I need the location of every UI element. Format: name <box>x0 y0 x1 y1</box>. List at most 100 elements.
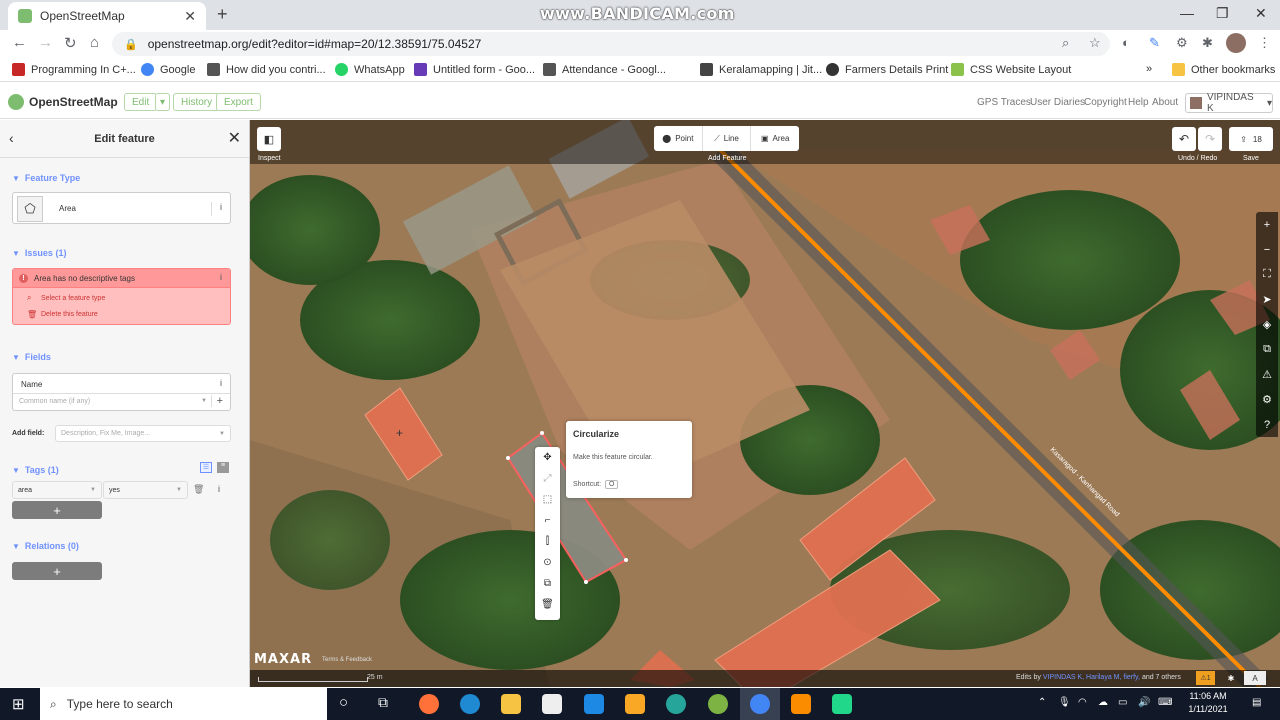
clock[interactable]: 11:06 AM 1/11/2021 <box>1180 690 1236 716</box>
add-area-button[interactable]: ▣ Area <box>751 126 799 151</box>
more-bookmarks-icon[interactable]: » <box>1146 63 1152 75</box>
restore-icon[interactable]: ❐ <box>1216 5 1229 22</box>
nav-gps-traces[interactable]: GPS Traces <box>977 97 1031 108</box>
tags-section[interactable]: ▼ Tags (1) <box>12 465 59 475</box>
bookmark-star-icon[interactable]: ☆ <box>1089 35 1101 51</box>
help-icon[interactable]: ? <box>1256 412 1278 437</box>
user-menu[interactable]: VIPINDAS K ▾ <box>1185 92 1273 114</box>
terms-feedback-link[interactable]: Terms & Feedback <box>322 657 372 663</box>
scale-bar[interactable] <box>258 677 368 682</box>
extension-pen-icon[interactable]: ✎ <box>1149 35 1160 51</box>
info-icon[interactable]: i <box>220 378 222 388</box>
add-field-input[interactable]: Description, Fix Me, Image... ▼ <box>55 425 231 442</box>
add-point-button[interactable]: ⬤ Point <box>654 126 703 151</box>
cortana-icon[interactable]: ○ <box>339 694 348 711</box>
geolocate-icon[interactable]: ➤ <box>1256 287 1278 312</box>
list-view-icon[interactable]: ☰ <box>200 462 212 473</box>
qgis-icon[interactable] <box>708 694 728 714</box>
bookmark-item[interactable]: How did you contri... <box>207 63 326 76</box>
name-input[interactable]: Common name (if any) <box>19 398 90 405</box>
onedrive-icon[interactable]: ☁ <box>1098 697 1108 708</box>
bookmark-item[interactable]: Untitled form - Goo... <box>414 63 535 76</box>
fields-section[interactable]: ▼ Fields <box>12 352 51 362</box>
xampp-icon[interactable] <box>791 694 811 714</box>
text-view-icon[interactable]: ≡ <box>217 462 229 473</box>
store-icon[interactable] <box>542 694 562 714</box>
nav-user-diaries[interactable]: User Diaries <box>1030 97 1085 108</box>
issues-icon[interactable]: ⚠ <box>1256 362 1278 387</box>
pycharm-icon[interactable] <box>832 694 852 714</box>
app-icon[interactable] <box>666 694 686 714</box>
trash-icon[interactable]: 🗑 <box>193 484 204 495</box>
mail-icon[interactable] <box>584 694 604 714</box>
extension-gear-icon[interactable]: ⚙ <box>1176 35 1188 51</box>
select-feature-type-action[interactable]: ⌕ Select a feature type <box>13 290 230 306</box>
url-input[interactable]: 🔒 openstreetmap.org/edit?editor=id#map=2… <box>112 32 1110 56</box>
microphone-icon[interactable]: 🎙 <box>1058 697 1071 708</box>
firefox-icon[interactable] <box>419 694 439 714</box>
new-tab-button[interactable]: + <box>217 4 228 25</box>
app-icon[interactable] <box>625 694 645 714</box>
relations-section[interactable]: ▼ Relations (0) <box>12 541 79 551</box>
add-language-button[interactable]: + <box>210 395 223 407</box>
profile-avatar[interactable] <box>1226 33 1246 53</box>
undo-button[interactable]: ↶ <box>1172 127 1196 151</box>
issue-header[interactable]: ! Area has no descriptive tags i <box>13 269 230 288</box>
close-window-icon[interactable]: ✕ <box>1255 5 1267 22</box>
notifications-icon[interactable]: ▤ <box>1252 697 1261 708</box>
copy-icon[interactable]: ⧉ <box>535 573 560 594</box>
map-data-icon[interactable]: ⧉ <box>1256 337 1278 362</box>
info-icon[interactable]: i <box>218 484 220 494</box>
browser-tab[interactable]: OpenStreetMap ✕ <box>8 2 206 30</box>
info-icon[interactable]: i <box>220 272 222 282</box>
delete-feature-action[interactable]: 🗑 Delete this feature <box>13 306 230 322</box>
history-button[interactable]: History <box>173 93 221 111</box>
issues-badge[interactable]: ⚠ 1 <box>1196 671 1215 685</box>
add-tag-button[interactable]: + <box>12 501 102 519</box>
zoom-out-icon[interactable]: − <box>1256 237 1278 262</box>
bug-icon[interactable]: ✱ <box>1220 671 1242 685</box>
tag-key-input[interactable]: area ▼ <box>12 481 102 499</box>
issues-section[interactable]: ▼ Issues (1) <box>12 248 66 258</box>
background-layers-icon[interactable]: ◈ <box>1256 312 1278 337</box>
continue-icon[interactable]: ⤢ <box>535 468 560 489</box>
close-icon[interactable]: ✕ <box>228 128 241 148</box>
rotate-icon[interactable]: ⊙ <box>535 552 560 573</box>
home-icon[interactable]: ⌂ <box>90 34 99 51</box>
bookmark-item[interactable]: WhatsApp <box>335 63 405 76</box>
nav-about[interactable]: About <box>1152 97 1178 108</box>
editor-links[interactable]: VIPINDAS K, Harilaya M, fierfy, <box>1043 674 1140 681</box>
save-button[interactable]: ⇪ 18 <box>1229 127 1273 151</box>
circularize-icon[interactable]: ✥ <box>535 447 560 468</box>
zoom-icon[interactable]: ⌕ <box>1062 35 1069 51</box>
task-view-icon[interactable]: ⧉ <box>378 694 388 711</box>
edge-icon[interactable] <box>460 694 480 714</box>
zoom-to-selection-icon[interactable]: ⛶ <box>1256 262 1278 287</box>
map-canvas[interactable]: Kasaragod - Kanhangad Road + <box>250 120 1280 687</box>
edit-button[interactable]: Edit <box>124 93 158 111</box>
network-icon[interactable]: ◠ <box>1078 697 1087 708</box>
square-icon[interactable]: ⬚ <box>535 489 560 510</box>
tray-chevron-icon[interactable]: ⌃ <box>1038 697 1046 708</box>
keyboard-icon[interactable]: ⌨ <box>1158 697 1172 708</box>
back-icon[interactable]: ← <box>12 34 27 51</box>
reload-icon[interactable]: ↻ <box>64 34 77 52</box>
feature-type-selector[interactable]: ⬠ Area i <box>12 192 231 224</box>
volume-icon[interactable]: 🔊 <box>1138 697 1150 708</box>
osm-logo[interactable]: OpenStreetMap <box>8 94 118 110</box>
taskbar-search-input[interactable]: ⌕ Type here to search <box>40 688 327 720</box>
file-explorer-icon[interactable] <box>501 694 521 714</box>
close-tab-icon[interactable]: ✕ <box>184 8 196 25</box>
delete-icon[interactable]: 🗑 <box>535 594 560 615</box>
edit-dropdown-icon[interactable]: ▾ <box>155 93 171 111</box>
feature-type-section[interactable]: ▼ Feature Type <box>12 173 80 183</box>
info-icon[interactable]: i <box>211 202 222 216</box>
bookmark-item[interactable]: Keralamapping | Jit... <box>700 63 822 76</box>
menu-dots-icon[interactable]: ⋮ <box>1258 35 1271 51</box>
preferences-icon[interactable]: ⚙ <box>1256 387 1278 412</box>
other-bookmarks[interactable]: Other bookmarks <box>1172 63 1275 76</box>
nav-help[interactable]: Help <box>1128 97 1149 108</box>
forward-icon[interactable]: → <box>38 34 53 51</box>
bookmark-item[interactable]: CSS Website Layout <box>951 63 1071 76</box>
windows-start-icon[interactable]: ⊞ <box>12 695 25 713</box>
